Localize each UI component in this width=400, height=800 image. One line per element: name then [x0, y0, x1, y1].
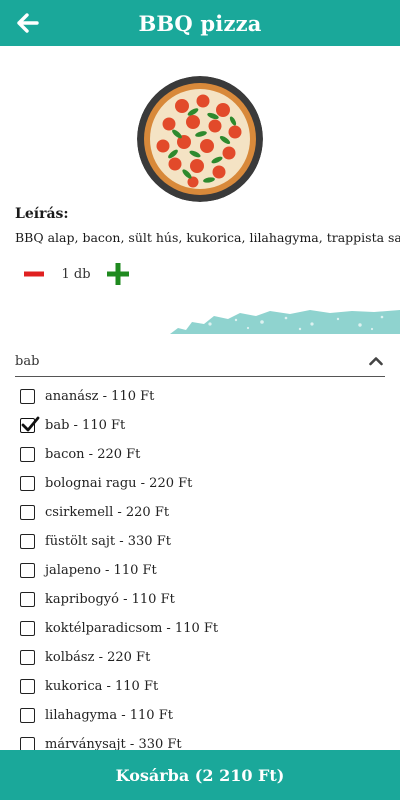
quantity-stepper: 1 db — [22, 261, 130, 287]
extra-option[interactable]: kukorica - 110 Ft — [20, 672, 380, 701]
checkbox[interactable] — [20, 476, 35, 491]
extra-option[interactable]: bolognai ragu - 220 Ft — [20, 469, 380, 498]
extra-option[interactable]: lilahagyma - 110 Ft — [20, 701, 380, 730]
product-card: Leírás: BBQ alap, bacon, sült hús, kukor… — [0, 46, 400, 310]
extra-option-label: kukorica - 110 Ft — [45, 679, 159, 694]
extra-option[interactable]: koktélparadicsom - 110 Ft — [20, 614, 380, 643]
checkbox[interactable] — [20, 708, 35, 723]
checkbox[interactable] — [20, 447, 35, 462]
extra-option-label: kapribogyó - 110 Ft — [45, 592, 175, 607]
extra-option-label: bacon - 220 Ft — [45, 447, 141, 462]
extras-select-value: bab — [15, 354, 40, 369]
extras-section: bab ananász - 110 Ft bab - 110 Ft bacon … — [0, 334, 400, 750]
extra-option[interactable]: füstölt sajt - 330 Ft — [20, 527, 380, 556]
chevron-up-icon — [369, 357, 383, 366]
extra-option[interactable]: jalapeno - 110 Ft — [20, 556, 380, 585]
description-title: Leírás: — [15, 206, 69, 222]
checkbox[interactable] — [20, 389, 35, 404]
extra-option[interactable]: bab - 110 Ft — [20, 411, 380, 440]
checkmark-icon — [21, 416, 40, 432]
extra-option[interactable]: csirkemell - 220 Ft — [20, 498, 380, 527]
extra-option[interactable]: márványsajt - 330 Ft — [20, 730, 380, 750]
checkbox[interactable] — [20, 534, 35, 549]
extra-option[interactable]: ananász - 110 Ft — [20, 382, 380, 411]
extra-option-label: ananász - 110 Ft — [45, 389, 155, 404]
decorative-texture-divider — [0, 310, 400, 334]
checkbox[interactable] — [20, 592, 35, 607]
app-header: BBQ pizza — [0, 0, 400, 46]
plus-icon — [107, 263, 129, 285]
quantity-value: 1 db — [61, 266, 91, 282]
checkbox[interactable] — [20, 563, 35, 578]
extra-option-label: füstölt sajt - 330 Ft — [45, 534, 171, 549]
pizza-image — [137, 76, 263, 202]
extra-option-label: jalapeno - 110 Ft — [45, 563, 157, 578]
description-text: BBQ alap, bacon, sült hús, kukorica, lil… — [15, 230, 400, 245]
checkbox[interactable] — [20, 679, 35, 694]
back-button[interactable] — [14, 10, 42, 36]
checkbox-checked[interactable] — [20, 416, 40, 433]
extra-option-label: csirkemell - 220 Ft — [45, 505, 170, 520]
extra-option[interactable]: bacon - 220 Ft — [20, 440, 380, 469]
checkbox[interactable] — [20, 621, 35, 636]
extra-option-label: márványsajt - 330 Ft — [45, 737, 182, 750]
arrow-left-icon — [17, 13, 39, 33]
minus-icon — [24, 271, 44, 277]
extra-option-label: kolbász - 220 Ft — [45, 650, 151, 665]
increase-quantity-button[interactable] — [106, 261, 130, 287]
checkbox[interactable] — [20, 737, 35, 750]
extra-option-label: koktélparadicsom - 110 Ft — [45, 621, 219, 636]
extra-option-label: lilahagyma - 110 Ft — [45, 708, 173, 723]
extra-option-label: bab - 110 Ft — [45, 418, 126, 433]
add-to-cart-button[interactable]: Kosárba (2 210 Ft) — [0, 750, 400, 800]
decrease-quantity-button[interactable] — [22, 261, 46, 287]
extra-option-label: bolognai ragu - 220 Ft — [45, 476, 193, 491]
extra-option[interactable]: kapribogyó - 110 Ft — [20, 585, 380, 614]
checkbox[interactable] — [20, 650, 35, 665]
extras-options-list: ananász - 110 Ft bab - 110 Ft bacon - 22… — [20, 382, 380, 750]
extra-option[interactable]: kolbász - 220 Ft — [20, 643, 380, 672]
checkbox[interactable] — [20, 505, 35, 520]
page-title: BBQ pizza — [138, 10, 262, 36]
add-to-cart-label: Kosárba (2 210 Ft) — [115, 765, 285, 785]
extras-select[interactable]: bab — [15, 342, 385, 377]
